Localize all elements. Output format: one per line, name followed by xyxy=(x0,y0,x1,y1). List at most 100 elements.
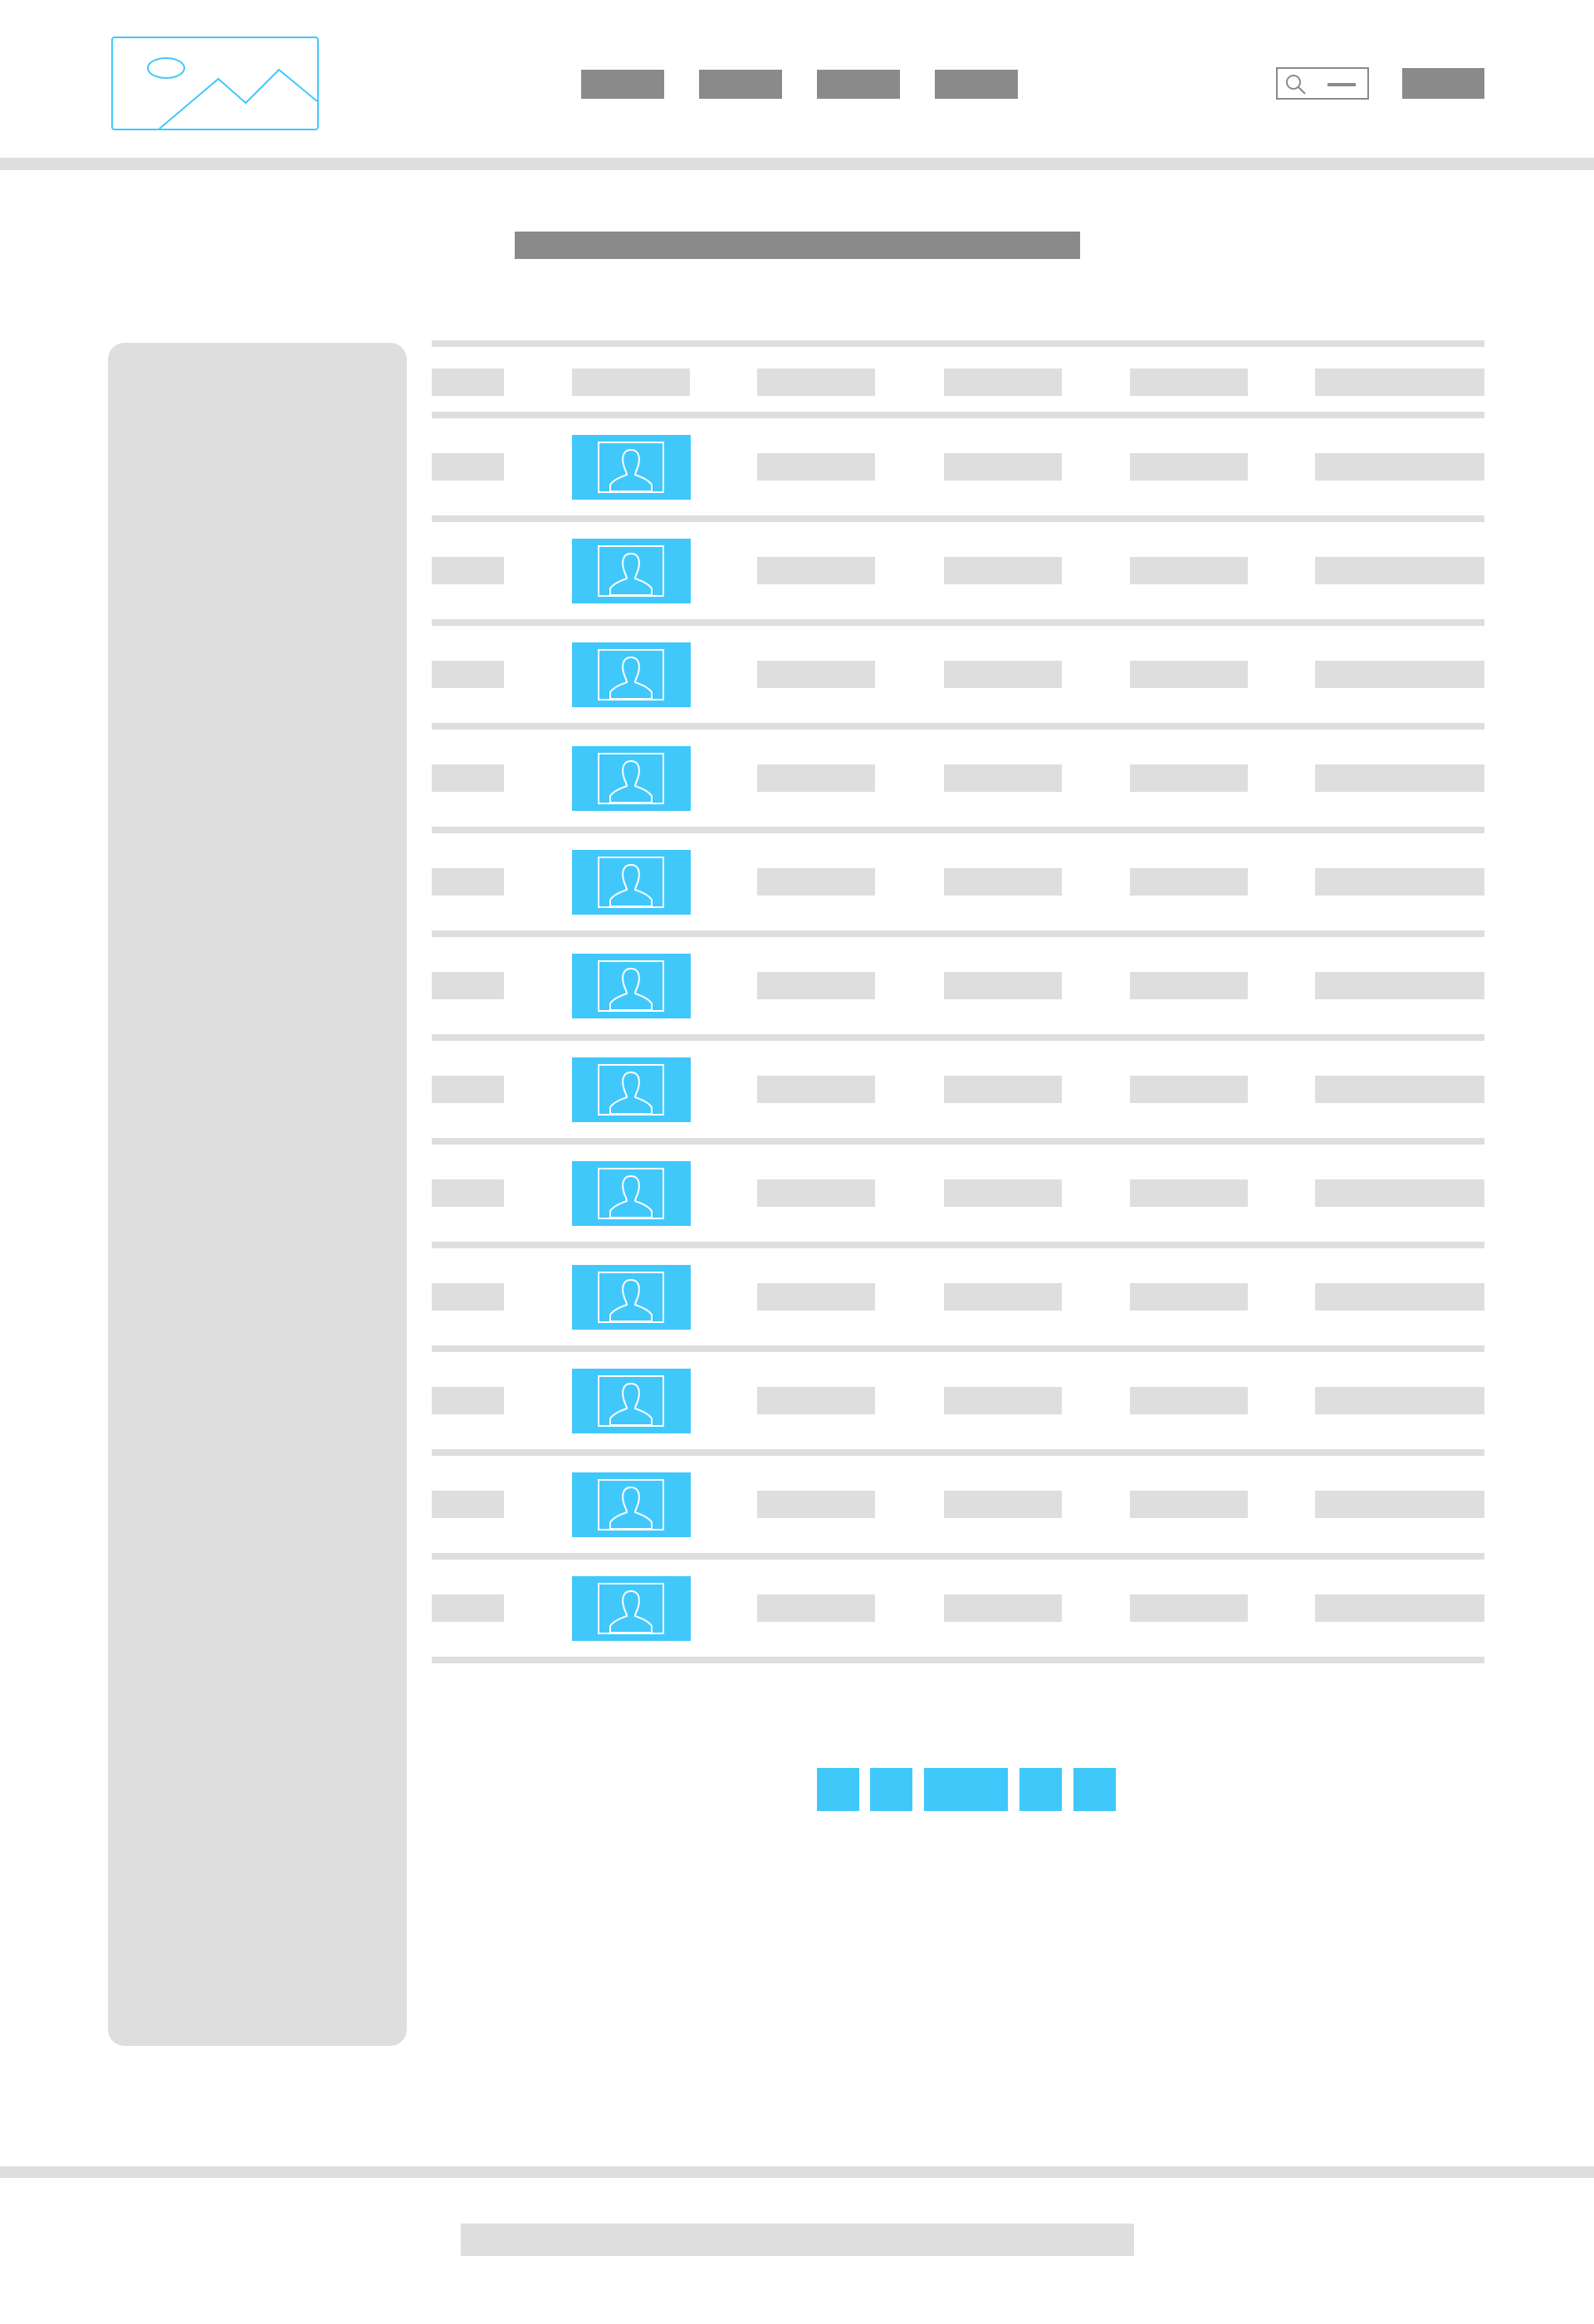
row-cell xyxy=(757,868,875,896)
avatar[interactable] xyxy=(572,1576,691,1641)
row-id-cell xyxy=(432,1076,504,1103)
page-button-2[interactable] xyxy=(870,1768,912,1811)
row-cell xyxy=(1130,1387,1248,1414)
image-placeholder-icon xyxy=(147,57,317,129)
row-cell xyxy=(944,764,1062,792)
page-button-5[interactable] xyxy=(1073,1768,1116,1811)
table-row[interactable] xyxy=(432,619,1484,723)
row-cell xyxy=(944,1594,1062,1622)
table-row[interactable] xyxy=(432,515,1484,619)
row-cell xyxy=(1130,764,1248,792)
row-id-cell xyxy=(432,661,504,688)
search-placeholder xyxy=(1328,83,1356,86)
row-cell xyxy=(1315,1491,1484,1518)
user-avatar-icon xyxy=(598,1583,664,1634)
row-id-cell xyxy=(432,764,504,792)
row-cell xyxy=(944,557,1062,584)
avatar[interactable] xyxy=(572,642,691,707)
user-avatar-icon xyxy=(598,442,664,493)
row-cell xyxy=(757,972,875,999)
avatar[interactable] xyxy=(572,435,691,500)
row-cell xyxy=(944,1283,1062,1311)
table-row[interactable] xyxy=(432,1553,1484,1657)
nav-item-1[interactable] xyxy=(581,70,664,99)
column-header-6[interactable] xyxy=(1315,369,1484,396)
avatar[interactable] xyxy=(572,1161,691,1226)
page-button-1[interactable] xyxy=(817,1768,859,1811)
table-row[interactable] xyxy=(432,827,1484,930)
row-id-cell xyxy=(432,1594,504,1622)
avatar[interactable] xyxy=(572,954,691,1018)
header-action-button[interactable] xyxy=(1402,68,1484,99)
column-header-2[interactable] xyxy=(572,369,690,396)
row-cell xyxy=(1315,972,1484,999)
header-divider xyxy=(0,158,1594,170)
row-cell xyxy=(1130,661,1248,688)
row-cell xyxy=(757,1594,875,1622)
nav-item-3[interactable] xyxy=(817,70,900,99)
row-cell xyxy=(757,1283,875,1311)
user-avatar-icon xyxy=(598,1479,664,1531)
avatar[interactable] xyxy=(572,1472,691,1537)
row-id-cell xyxy=(432,1179,504,1207)
row-cell xyxy=(757,1179,875,1207)
avatar[interactable] xyxy=(572,850,691,915)
row-cell xyxy=(1130,1179,1248,1207)
table-row[interactable] xyxy=(432,930,1484,1034)
page-button-4[interactable] xyxy=(1019,1768,1062,1811)
row-id-cell xyxy=(432,1491,504,1518)
table-row[interactable] xyxy=(432,412,1484,515)
footer-text xyxy=(461,2224,1134,2256)
table-row[interactable] xyxy=(432,1034,1484,1138)
row-cell xyxy=(1130,1283,1248,1311)
row-id-cell xyxy=(432,1283,504,1311)
row-cell xyxy=(1130,1594,1248,1622)
row-cell xyxy=(1315,1076,1484,1103)
nav-item-4[interactable] xyxy=(935,70,1018,99)
user-avatar-icon xyxy=(598,1064,664,1116)
table-row[interactable] xyxy=(432,1242,1484,1345)
column-header-1[interactable] xyxy=(432,369,504,396)
row-cell xyxy=(757,453,875,481)
row-cell xyxy=(757,661,875,688)
row-cell xyxy=(944,1491,1062,1518)
row-id-cell xyxy=(432,868,504,896)
table-row[interactable] xyxy=(432,723,1484,827)
row-cell xyxy=(944,453,1062,481)
search-input[interactable] xyxy=(1276,67,1369,100)
row-cell xyxy=(1315,764,1484,792)
column-header-3[interactable] xyxy=(757,369,875,396)
table-row[interactable] xyxy=(432,1345,1484,1449)
user-avatar-icon xyxy=(598,649,664,701)
row-id-cell xyxy=(432,557,504,584)
avatar[interactable] xyxy=(572,1369,691,1433)
row-cell xyxy=(944,972,1062,999)
row-cell xyxy=(757,1387,875,1414)
column-header-5[interactable] xyxy=(1130,369,1248,396)
page-button-3[interactable] xyxy=(924,1768,1008,1811)
row-cell xyxy=(1130,1491,1248,1518)
row-cell xyxy=(944,661,1062,688)
table-row[interactable] xyxy=(432,1449,1484,1553)
footer-divider xyxy=(0,2166,1594,2178)
row-cell xyxy=(757,1491,875,1518)
logo[interactable] xyxy=(111,37,319,130)
avatar[interactable] xyxy=(572,1265,691,1330)
avatar[interactable] xyxy=(572,746,691,811)
row-cell xyxy=(944,1179,1062,1207)
row-cell xyxy=(1315,1594,1484,1622)
column-header-4[interactable] xyxy=(944,369,1062,396)
row-cell xyxy=(1130,557,1248,584)
row-cell xyxy=(944,1076,1062,1103)
table-row[interactable] xyxy=(432,1138,1484,1242)
nav-item-2[interactable] xyxy=(699,70,782,99)
avatar[interactable] xyxy=(572,1057,691,1122)
row-id-cell xyxy=(432,1387,504,1414)
row-cell xyxy=(1130,868,1248,896)
row-cell xyxy=(1315,1387,1484,1414)
row-divider xyxy=(432,1657,1484,1663)
search-icon xyxy=(1286,75,1306,95)
row-cell xyxy=(1315,1179,1484,1207)
avatar[interactable] xyxy=(572,539,691,603)
row-cell xyxy=(757,1076,875,1103)
